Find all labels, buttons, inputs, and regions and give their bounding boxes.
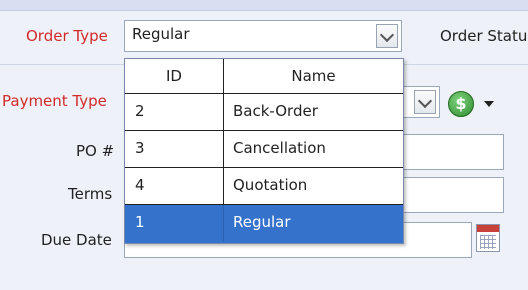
order-status-label: Order Statu — [440, 27, 528, 45]
cell-divider — [223, 131, 224, 167]
title-strip — [0, 0, 528, 11]
row-name: Regular — [233, 213, 291, 231]
payment-type-dropdown-button[interactable] — [414, 90, 436, 114]
calendar-header — [477, 225, 499, 232]
dropdown-header: ID Name — [125, 59, 403, 93]
dropdown-row[interactable]: 3 Cancellation — [125, 130, 403, 167]
po-number-label: PO # — [76, 142, 115, 160]
chevron-down-icon — [379, 27, 395, 43]
chevron-down-icon — [417, 93, 433, 109]
calendar-grid — [480, 235, 496, 249]
dropdown-row-selected[interactable]: 1 Regular — [125, 204, 403, 243]
header-id: ID — [166, 67, 182, 85]
order-type-value: Regular — [132, 25, 190, 43]
order-type-label: Order Type — [26, 27, 108, 45]
dollar-icon[interactable]: $ — [448, 91, 474, 117]
row-id: 3 — [135, 139, 145, 157]
dropdown-row[interactable]: 4 Quotation — [125, 167, 403, 204]
row-id: 1 — [135, 213, 145, 231]
header-name: Name — [291, 67, 336, 85]
row-name: Back-Order — [233, 102, 318, 120]
row-name: Quotation — [233, 176, 308, 194]
terms-label: Terms — [68, 185, 113, 203]
row-id: 4 — [135, 176, 145, 194]
cell-divider — [223, 94, 224, 130]
payment-type-label: Payment Type — [2, 92, 107, 110]
cell-divider — [223, 168, 224, 204]
dropdown-row[interactable]: 2 Back-Order — [125, 93, 403, 130]
calendar-icon[interactable] — [476, 224, 500, 252]
header-divider — [223, 59, 224, 93]
caret-down-icon[interactable] — [484, 101, 494, 107]
row-name: Cancellation — [233, 139, 326, 157]
order-type-dropdown-button[interactable] — [376, 24, 398, 48]
due-date-label: Due Date — [41, 231, 112, 249]
row-id: 2 — [135, 102, 145, 120]
cell-divider — [223, 205, 224, 241]
order-type-dropdown-list: ID Name 2 Back-Order 3 Cancellation 4 Qu… — [124, 58, 404, 244]
order-type-combo[interactable]: Regular — [124, 20, 402, 52]
